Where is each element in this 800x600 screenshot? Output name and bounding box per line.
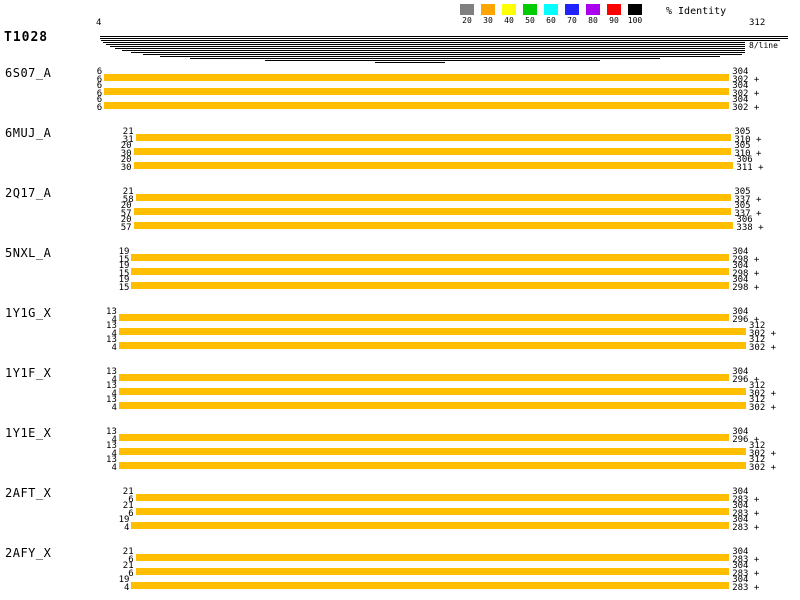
alignment-bar[interactable] bbox=[119, 374, 729, 381]
alignment-bar[interactable] bbox=[119, 448, 746, 455]
legend-label: 50 bbox=[520, 17, 540, 25]
template-end-strand-label: 302 + bbox=[749, 464, 776, 473]
template-label-2AFT_X[interactable]: 2AFT_X bbox=[5, 487, 51, 499]
legend-swatch-40-icon bbox=[502, 4, 516, 15]
per-line-label: 8/line bbox=[749, 42, 778, 50]
legend-swatch-90-icon bbox=[607, 4, 621, 15]
alignment-bar[interactable] bbox=[119, 328, 746, 335]
alignment-bar[interactable] bbox=[104, 74, 729, 81]
alignment-bar[interactable] bbox=[134, 148, 732, 155]
template-start-label: 30 bbox=[92, 164, 132, 173]
legend-label: 100 bbox=[625, 17, 645, 25]
template-start-label: 6 bbox=[62, 104, 102, 113]
coverage-line bbox=[160, 56, 720, 57]
alignment-bar[interactable] bbox=[131, 282, 729, 289]
alignment-bar[interactable] bbox=[119, 402, 746, 409]
coverage-line bbox=[131, 52, 745, 53]
template-end-strand-label: 302 + bbox=[749, 344, 776, 353]
coverage-line bbox=[375, 62, 445, 63]
alignment-bar[interactable] bbox=[134, 222, 734, 229]
template-end-strand-label: 302 + bbox=[732, 104, 759, 113]
template-start-label: 4 bbox=[77, 464, 117, 473]
legend-label: 30 bbox=[478, 17, 498, 25]
template-start-label: 4 bbox=[89, 584, 129, 593]
template-label-2Q17_A[interactable]: 2Q17_A bbox=[5, 187, 51, 199]
coverage-line bbox=[265, 60, 600, 61]
template-label-6MUJ_A[interactable]: 6MUJ_A bbox=[5, 127, 51, 139]
coverage-line bbox=[115, 48, 745, 49]
legend-label: 70 bbox=[562, 17, 582, 25]
alignment-bar[interactable] bbox=[134, 162, 734, 169]
alignment-bar[interactable] bbox=[104, 102, 729, 109]
legend-label: 20 bbox=[457, 17, 477, 25]
alignment-bar[interactable] bbox=[131, 582, 729, 589]
alignment-bar[interactable] bbox=[136, 194, 732, 201]
alignment-bar[interactable] bbox=[104, 88, 729, 95]
alignment-bar[interactable] bbox=[136, 554, 730, 561]
alignment-overview-page: T1028 4 312 8/line % Identity 2030405060… bbox=[0, 0, 800, 600]
alignment-bar[interactable] bbox=[119, 388, 746, 395]
coverage-line bbox=[100, 36, 788, 37]
template-start-label: 57 bbox=[92, 224, 132, 233]
template-end-strand-label: 311 + bbox=[736, 164, 763, 173]
coverage-line bbox=[122, 50, 745, 51]
legend-label: 80 bbox=[583, 17, 603, 25]
legend-swatch-70-icon bbox=[565, 4, 579, 15]
alignment-bar[interactable] bbox=[136, 508, 730, 515]
alignment-bar[interactable] bbox=[131, 268, 729, 275]
template-label-1Y1G_X[interactable]: 1Y1G_X bbox=[5, 307, 51, 319]
legend-swatch-60-icon bbox=[544, 4, 558, 15]
legend-label: 60 bbox=[541, 17, 561, 25]
coverage-line bbox=[100, 38, 788, 39]
alignment-bar[interactable] bbox=[119, 434, 729, 441]
template-start-label: 4 bbox=[77, 404, 117, 413]
template-label-2AFY_X[interactable]: 2AFY_X bbox=[5, 547, 51, 559]
coverage-line bbox=[106, 44, 745, 45]
template-start-label: 4 bbox=[89, 524, 129, 533]
template-label-5NXL_A[interactable]: 5NXL_A bbox=[5, 247, 51, 259]
legend-swatch-50-icon bbox=[523, 4, 537, 15]
legend-title: % Identity bbox=[666, 7, 726, 17]
legend-label: 90 bbox=[604, 17, 624, 25]
template-label-6S07_A[interactable]: 6S07_A bbox=[5, 67, 51, 79]
alignment-bar[interactable] bbox=[136, 134, 732, 141]
alignment-bar[interactable] bbox=[136, 494, 730, 501]
alignment-bar[interactable] bbox=[119, 462, 746, 469]
template-end-strand-label: 283 + bbox=[732, 524, 759, 533]
template-label-1Y1F_X[interactable]: 1Y1F_X bbox=[5, 367, 51, 379]
coverage-line bbox=[103, 42, 745, 43]
alignment-bar[interactable] bbox=[131, 254, 729, 261]
coverage-line bbox=[110, 46, 745, 47]
axis-end-label: 312 bbox=[749, 19, 765, 28]
page-title: T1028 bbox=[4, 31, 48, 44]
legend-label: 40 bbox=[499, 17, 519, 25]
legend-swatch-30-icon bbox=[481, 4, 495, 15]
alignment-bar[interactable] bbox=[119, 314, 729, 321]
template-end-strand-label: 302 + bbox=[749, 404, 776, 413]
alignment-bar[interactable] bbox=[131, 522, 729, 529]
template-end-strand-label: 283 + bbox=[732, 584, 759, 593]
template-start-label: 15 bbox=[89, 284, 129, 293]
coverage-line bbox=[190, 58, 660, 59]
legend-swatch-100-icon bbox=[628, 4, 642, 15]
template-end-strand-label: 298 + bbox=[732, 284, 759, 293]
template-end-strand-label: 338 + bbox=[736, 224, 763, 233]
alignment-bar[interactable] bbox=[136, 568, 730, 575]
legend-swatch-20-icon bbox=[460, 4, 474, 15]
alignment-bar[interactable] bbox=[134, 208, 732, 215]
legend-swatch-80-icon bbox=[586, 4, 600, 15]
coverage-line bbox=[101, 40, 780, 41]
template-label-1Y1E_X[interactable]: 1Y1E_X bbox=[5, 427, 51, 439]
axis-start-label: 4 bbox=[96, 19, 101, 28]
template-start-label: 4 bbox=[77, 344, 117, 353]
coverage-line bbox=[143, 54, 742, 55]
alignment-bar[interactable] bbox=[119, 342, 746, 349]
